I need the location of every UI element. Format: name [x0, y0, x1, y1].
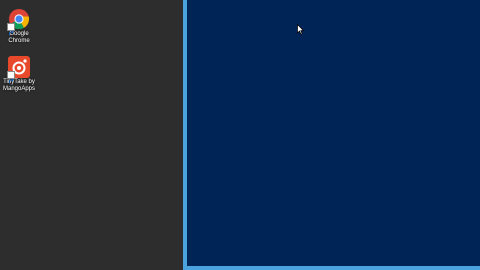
shortcut-arrow-icon	[7, 71, 15, 84]
mouse-cursor-icon	[297, 22, 305, 40]
desktop: Google Chrome TinyTake by MangoApps	[0, 0, 183, 270]
chrome-icon	[7, 8, 30, 36]
desktop-icon-google-chrome[interactable]: Google Chrome	[2, 8, 36, 44]
shortcut-arrow-icon	[7, 23, 15, 36]
tinytake-icon	[7, 56, 30, 84]
blue-window-content[interactable]	[183, 0, 480, 270]
desktop-icon-tinytake[interactable]: TinyTake by MangoApps	[2, 56, 36, 92]
